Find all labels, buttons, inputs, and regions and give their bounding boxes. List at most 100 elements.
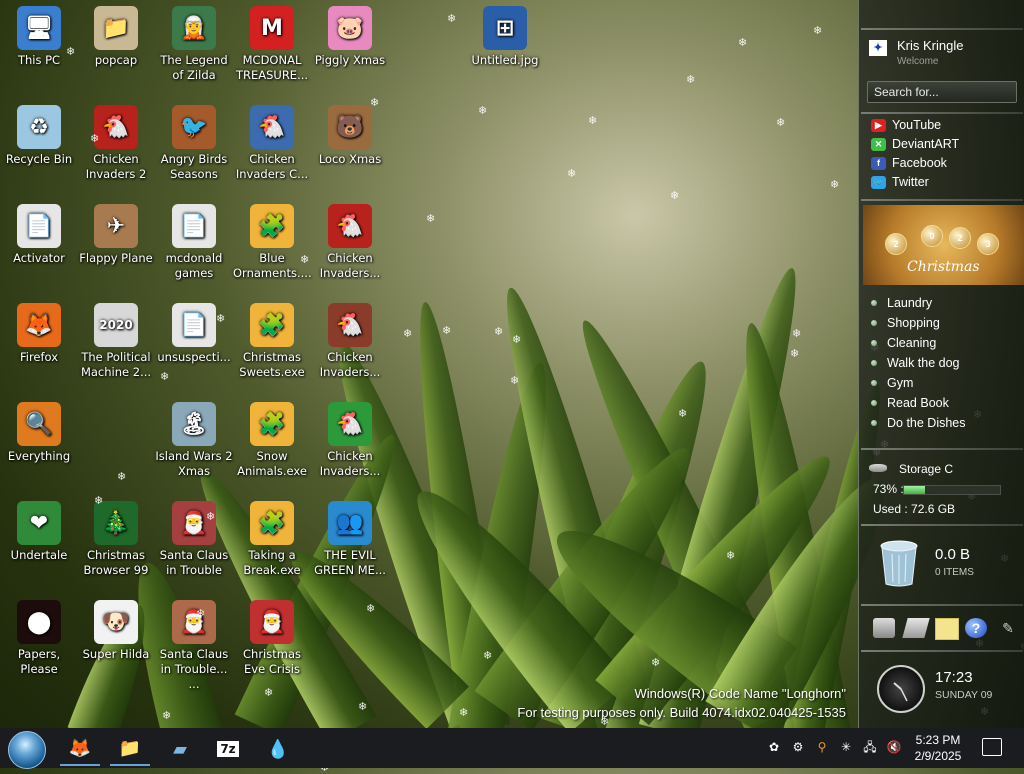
desktop-icon[interactable]: 2020 The Political Machine 2... <box>77 303 155 380</box>
todo-item[interactable]: Cleaning <box>871 336 936 350</box>
sidebar: ✦ Kris Kringle Welcome Search for... 2 0… <box>858 0 1024 728</box>
desktop-icon-label: unsuspecti... <box>157 350 231 364</box>
desktop-icon[interactable]: 🐔 Chicken Invaders... <box>311 303 389 380</box>
desktop-icon[interactable]: ⬤ Papers, Please <box>0 600 78 677</box>
desktop-icon-label: The Political Machine 2... <box>80 350 152 379</box>
app-icon: ⬤ <box>17 600 61 644</box>
todo-label: Do the Dishes <box>887 416 966 430</box>
desktop-icon[interactable]: 🐦 Angry Birds Seasons <box>155 105 233 182</box>
taskbar-app-7zip[interactable]: 7z <box>208 732 248 766</box>
app-icon: M <box>250 6 294 50</box>
desktop-icon-label: Chicken Invaders 2 <box>85 152 147 181</box>
taskbar-app-file-explorer[interactable]: 📁 <box>110 732 150 766</box>
todo-item[interactable]: Walk the dog <box>871 356 960 370</box>
todo-item[interactable]: Gym <box>871 376 913 390</box>
sticky-note-icon[interactable] <box>935 618 959 640</box>
bullet-icon <box>871 420 877 426</box>
desktop-icon-label: Snow Animals.exe <box>237 449 307 478</box>
desktop-icon[interactable]: 🐔 Chicken Invaders C... <box>233 105 311 182</box>
desktop-icon[interactable]: 🎅 Christmas Eve Crisis <box>233 600 311 677</box>
sidebar-link-label: Facebook <box>892 156 947 170</box>
desktop-icon[interactable]: 🐔 Chicken Invaders 2 <box>77 105 155 182</box>
tools-icon[interactable]: ✎ <box>997 618 1019 638</box>
desktop-icon-label: MCDONAL TREASURE... <box>235 53 309 82</box>
user-logo-icon: ✦ <box>869 40 887 56</box>
tray-snow-icon[interactable]: ✳ <box>838 739 854 755</box>
desktop-icon[interactable]: 🖥 This PC <box>0 6 78 68</box>
file-explorer-icon: 📁 <box>118 737 142 759</box>
desktop-icon[interactable]: 🧝 The Legend of Zilda <box>155 6 233 83</box>
notification-center-icon[interactable] <box>982 738 1002 756</box>
desktop-icon[interactable]: M MCDONAL TREASURE... <box>233 6 311 83</box>
sidebar-divider <box>861 28 1023 30</box>
desktop-icon[interactable]: 🎅 Santa Claus in Trouble... ... <box>155 600 233 692</box>
sidebar-link-twitter[interactable]: 🐦 Twitter <box>871 175 929 189</box>
sidebar-link-deviantart[interactable]: ✕ DeviantART <box>871 137 959 151</box>
app-icon: 🐔 <box>94 105 138 149</box>
sidebar-link-facebook[interactable]: f Facebook <box>871 156 947 170</box>
sidebar-search-input[interactable]: Search for... <box>867 81 1017 103</box>
tray-settings-icon[interactable]: ⚙ <box>790 739 806 755</box>
device-icon[interactable] <box>902 618 930 638</box>
todo-item[interactable]: Do the Dishes <box>871 416 966 430</box>
desktop-icon[interactable]: 🧩 Christmas Sweets.exe <box>233 303 311 380</box>
7zip-icon: 7z <box>217 741 239 757</box>
todo-item[interactable]: Laundry <box>871 296 932 310</box>
desktop-icon[interactable]: 🧩 Snow Animals.exe <box>233 402 311 479</box>
desktop-icon[interactable]: 🦊 Firefox <box>0 303 78 365</box>
desktop-icon[interactable]: 🐔 Chicken Invaders... <box>311 402 389 479</box>
desktop-icon[interactable]: 🐔 Chicken Invaders... <box>311 204 389 281</box>
desktop-icon[interactable]: ⊞ Untitled.jpg <box>466 6 544 68</box>
recycle-bin-icon[interactable] <box>879 540 919 588</box>
sidebar-divider <box>861 604 1023 606</box>
desktop-icon[interactable]: 📄 Activator <box>0 204 78 266</box>
app-icon: 🏝 <box>172 402 216 446</box>
desktop-icon[interactable]: 🧩 Taking a Break.exe <box>233 501 311 578</box>
desktop-icon-label: THE EVIL GREEN ME... <box>314 548 386 577</box>
todo-item[interactable]: Shopping <box>871 316 940 330</box>
network-icon[interactable]: 🖧 <box>862 739 878 755</box>
app-icon: 🎅 <box>172 501 216 545</box>
start-button[interactable] <box>8 731 46 769</box>
desktop-icon-label: Activator <box>13 251 65 265</box>
taskbar-app-drop-app[interactable]: 💧 <box>258 732 298 766</box>
help-icon[interactable]: ? <box>965 618 987 638</box>
desktop-icon[interactable]: 📁 popcap <box>77 6 155 68</box>
clock-time: 17:23 <box>935 669 973 686</box>
desktop-icon[interactable]: 👥 THE EVIL GREEN ME... <box>311 501 389 578</box>
drive-tool-icon[interactable] <box>873 618 895 638</box>
desktop: 🖥 This PC 📁 popcap 🧝 The Legend of Zilda M MCDO… <box>0 0 858 728</box>
tray-clock[interactable]: 5:23 PM 2/9/2025 <box>906 732 970 764</box>
volume-muted-icon[interactable]: 🔇 <box>886 739 902 755</box>
desktop-icon[interactable]: 🏝 Island Wars 2 Xmas <box>155 402 233 479</box>
desktop-icon[interactable]: 🐶 Super Hilda <box>77 600 155 662</box>
desktop-icon[interactable]: ✈ Flappy Plane <box>77 204 155 266</box>
taskbar-app-glass-app[interactable]: ▰ <box>160 732 200 766</box>
tray-search-icon[interactable]: ⚲ <box>814 739 830 755</box>
desktop-icon[interactable]: ♻ Recycle Bin <box>0 105 78 167</box>
todo-item[interactable]: Read Book <box>871 396 949 410</box>
desktop-icon-label: Santa Claus in Trouble... ... <box>159 647 229 691</box>
bullet-icon <box>871 400 877 406</box>
desktop-icon[interactable]: 🐷 Piggly Xmas <box>311 6 389 68</box>
desktop-icon[interactable]: 🐻 Loco Xmas <box>311 105 389 167</box>
app-icon: 📄 <box>172 303 216 347</box>
build-watermark: Windows(R) Code Name "Longhorn" For test… <box>517 684 846 722</box>
desktop-icon-label: Angry Birds Seasons <box>160 152 228 181</box>
desktop-icon-label: Chicken Invaders... <box>319 449 381 478</box>
desktop-icon[interactable]: 📄 unsuspecti... <box>155 303 233 365</box>
desktop-icon[interactable]: 📄 mcdonald games <box>155 204 233 281</box>
user-name: Kris Kringle <box>897 38 964 53</box>
app-icon: 🐷 <box>328 6 372 50</box>
watermark-line1: Windows(R) Code Name "Longhorn" <box>634 686 846 701</box>
desktop-icon[interactable]: 🎅 Santa Claus in Trouble <box>155 501 233 578</box>
sidebar-link-youtube[interactable]: ▶ YouTube <box>871 118 941 132</box>
desktop-icon[interactable]: 🎄 Christmas Browser 99 <box>77 501 155 578</box>
desktop-icon[interactable]: 🔍 Everything <box>0 402 78 464</box>
tray-app-icon[interactable]: ✿ <box>766 739 782 755</box>
desktop-icon[interactable]: 🧩 Blue Ornaments.... <box>233 204 312 281</box>
todo-label: Read Book <box>887 396 949 410</box>
storage-used: Used : 72.6 GB <box>873 502 956 516</box>
desktop-icon[interactable]: ❤ Undertale <box>0 501 78 563</box>
taskbar-app-firefox[interactable]: 🦊 <box>60 732 100 766</box>
